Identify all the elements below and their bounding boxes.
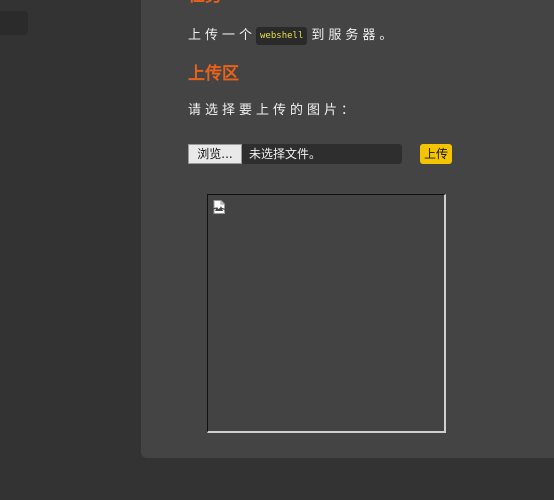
upload-prompt: 请选择要上传的图片： xyxy=(188,103,359,118)
upload-button[interactable]: 上传 xyxy=(420,144,453,164)
file-status-text: 未选择文件。 xyxy=(249,147,322,161)
sidebar-edge xyxy=(0,11,28,35)
image-preview xyxy=(207,194,446,433)
file-input[interactable]: 浏览... 未选择文件。 xyxy=(188,144,402,164)
task-text-after: 到服务器。 xyxy=(311,28,397,43)
challenge-panel: 任务 上传一个webshell到服务器。 上传区 请选择要上传的图片： 浏览..… xyxy=(141,0,554,458)
task-description: 上传一个 webshell 到服务器。 xyxy=(188,26,396,46)
broken-image-icon xyxy=(213,200,225,214)
webshell-code: webshell xyxy=(256,27,308,45)
upload-heading: 上传区 xyxy=(188,64,239,84)
browse-button[interactable]: 浏览... xyxy=(188,144,242,164)
task-heading: 任务 xyxy=(188,0,222,6)
task-text-before: 上传一个 xyxy=(188,28,257,43)
page: 任务 上传一个webshell到服务器。 上传区 请选择要上传的图片： 浏览..… xyxy=(0,0,554,500)
